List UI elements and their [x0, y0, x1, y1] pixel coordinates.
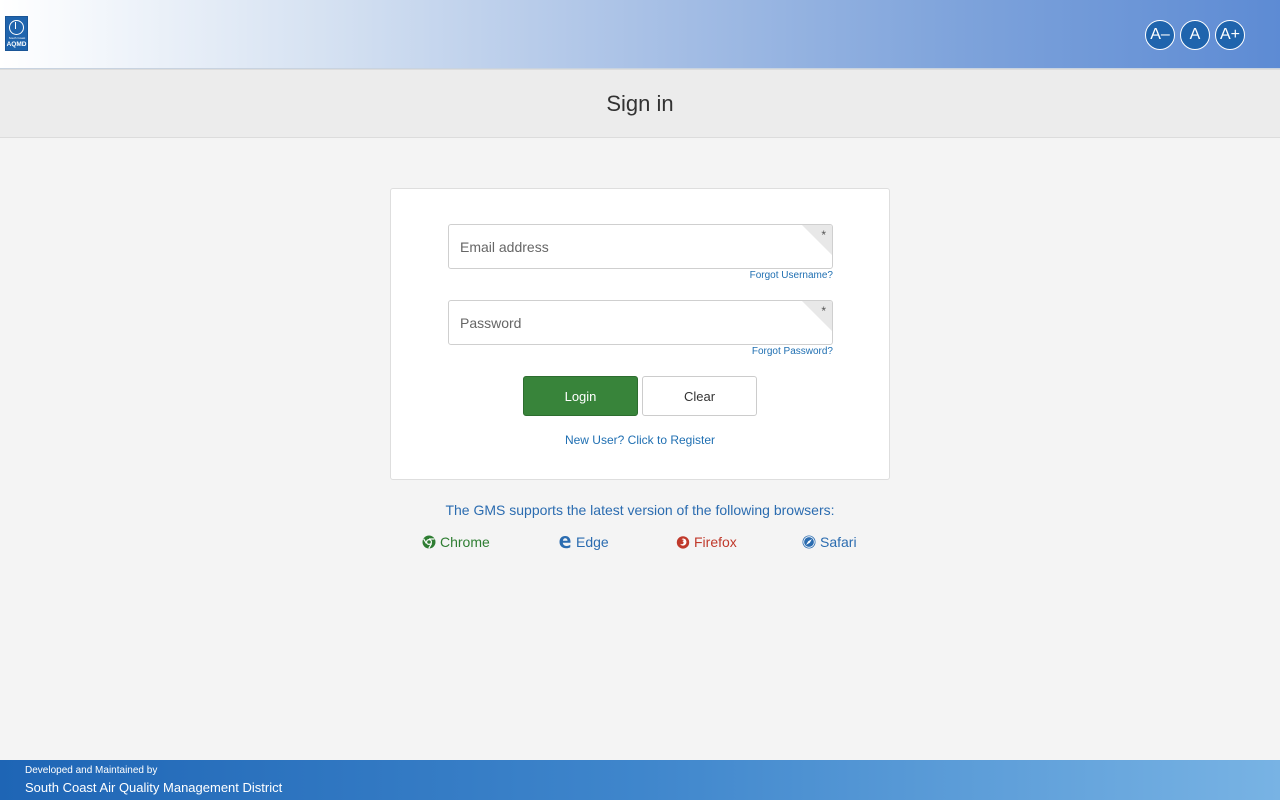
email-field: *: [448, 224, 833, 269]
sign-in-card: * Forgot Username? * Forgot Password? Lo…: [390, 188, 890, 480]
password-field: *: [448, 300, 833, 345]
increase-font-button[interactable]: A+: [1215, 20, 1245, 50]
required-asterisk: *: [821, 304, 826, 318]
footer-developed-by: Developed and Maintained by: [25, 765, 158, 776]
browser-label: Firefox: [694, 534, 737, 550]
forgot-username-link[interactable]: Forgot Username?: [750, 270, 833, 281]
safari-link[interactable]: Safari: [802, 534, 857, 550]
required-corner: [802, 301, 832, 331]
safari-icon: [802, 535, 816, 549]
login-button[interactable]: Login: [523, 376, 638, 416]
page-footer: Developed and Maintained by South Coast …: [0, 760, 1280, 800]
chrome-icon: [422, 535, 436, 549]
browser-label: Edge: [576, 534, 609, 550]
supported-browsers-text: The GMS supports the latest version of t…: [445, 502, 835, 518]
email-input[interactable]: [449, 225, 832, 268]
chrome-link[interactable]: Chrome: [422, 534, 490, 550]
required-corner: [802, 225, 832, 255]
forgot-password-link[interactable]: Forgot Password?: [752, 346, 833, 357]
logo-bottom-text: AQMD: [6, 41, 27, 48]
required-asterisk: *: [821, 228, 826, 242]
edge-icon: [559, 536, 571, 549]
aqmd-logo[interactable]: South Coast AQMD: [5, 16, 28, 51]
footer-organization: South Coast Air Quality Management Distr…: [25, 780, 283, 795]
title-bar: Sign in: [0, 69, 1280, 138]
decrease-font-button[interactable]: A–: [1145, 20, 1175, 50]
logo-emblem-icon: [9, 20, 24, 35]
reset-font-button[interactable]: A: [1180, 20, 1210, 50]
firefox-link[interactable]: Firefox: [676, 534, 737, 550]
browser-label: Chrome: [440, 534, 490, 550]
clear-button[interactable]: Clear: [642, 376, 757, 416]
edge-link[interactable]: Edge: [558, 534, 609, 550]
top-header: South Coast AQMD A– A A+: [0, 0, 1280, 69]
logo-top-text: South Coast: [8, 36, 26, 40]
password-input[interactable]: [449, 301, 832, 344]
page-title: Sign in: [606, 90, 674, 116]
register-link[interactable]: New User? Click to Register: [391, 433, 889, 447]
browser-label: Safari: [820, 534, 857, 550]
firefox-icon: [676, 536, 690, 549]
